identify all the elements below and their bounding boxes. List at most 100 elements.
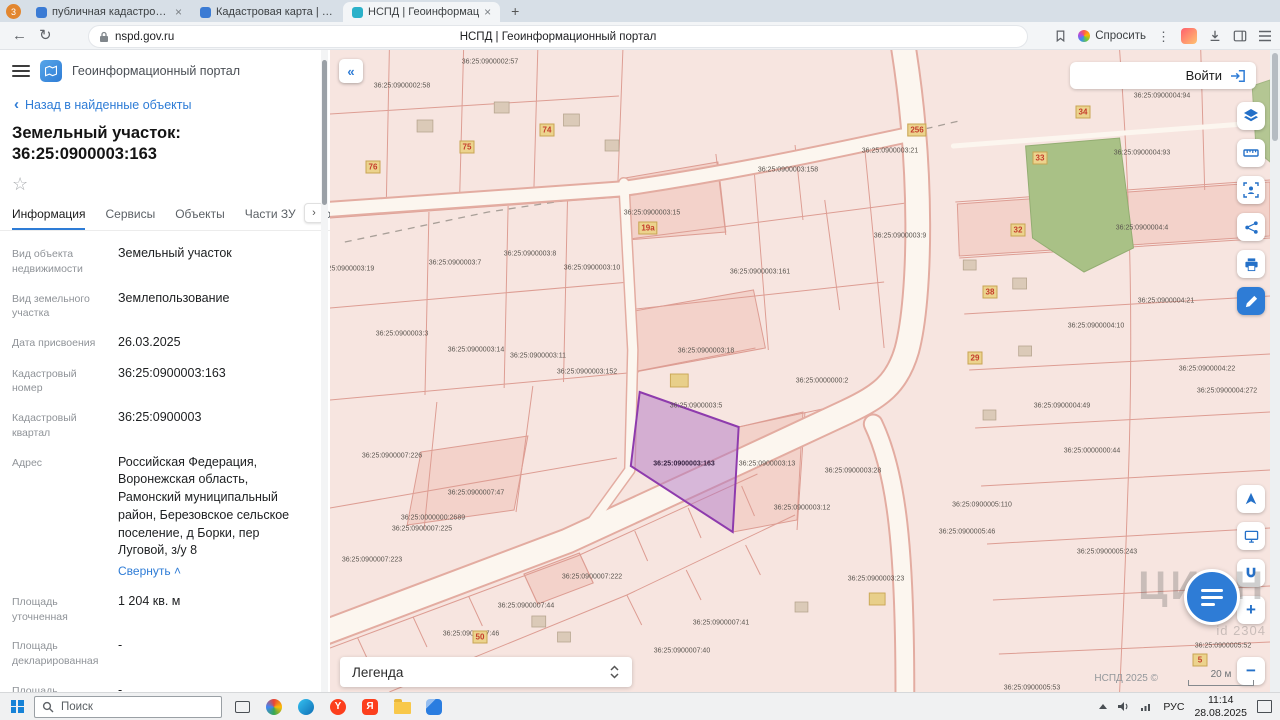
- parcel-label[interactable]: 36:25:0000000:2689: [401, 515, 465, 522]
- side-panels-icon[interactable]: [1233, 29, 1247, 43]
- network-icon[interactable]: [1140, 702, 1153, 712]
- parcel-label[interactable]: 36:25:0900003:163: [653, 461, 715, 468]
- parcel-label[interactable]: 36:25:0900007:225: [392, 526, 452, 533]
- bookmark-flag-icon[interactable]: [1054, 29, 1067, 43]
- taskbar-clock[interactable]: 11:14 28.08.2025: [1194, 694, 1247, 719]
- map-viewport[interactable]: 36:25:0900002:57 36:25:0900002:58 36:25:09…: [330, 50, 1270, 692]
- info-tab[interactable]: Информация: [12, 207, 85, 230]
- parcel-label[interactable]: 36:25:0000000:2: [796, 378, 849, 385]
- info-tab[interactable]: Сервисы: [105, 207, 155, 230]
- app-yandex-browser[interactable]: Y: [326, 695, 350, 719]
- panel-scrollbar-thumb[interactable]: [322, 60, 327, 205]
- ask-alice-button[interactable]: Спросить: [1078, 30, 1146, 42]
- parcel-label[interactable]: 36:25:0900003:23: [848, 576, 904, 583]
- parcel-label[interactable]: 36:25:0900004:94: [1134, 93, 1190, 100]
- parcel-label[interactable]: 36:25:0900003:10: [564, 265, 620, 272]
- page-scrollbar-thumb[interactable]: [1272, 53, 1278, 141]
- app-blue[interactable]: [422, 695, 446, 719]
- info-tab[interactable]: Объекты: [175, 207, 225, 230]
- parcel-label[interactable]: 36:25:0900003:21: [862, 148, 918, 155]
- parcel-label[interactable]: 36:25:0900003:14: [448, 347, 504, 354]
- share-button[interactable]: [1237, 213, 1265, 241]
- parcel-label[interactable]: 36:25:0900007:223: [342, 557, 402, 564]
- tab-close-icon[interactable]: ×: [175, 6, 182, 18]
- parcel-label[interactable]: 36:25:0900003:12: [774, 505, 830, 512]
- parcel-label[interactable]: 36:25:0000000:44: [1064, 448, 1120, 455]
- menu-icon[interactable]: [12, 65, 30, 77]
- parcel-label[interactable]: 36:25:0900002:58: [374, 83, 430, 90]
- parcel-label[interactable]: 36:25:0900003:18: [678, 348, 734, 355]
- parcel-label[interactable]: 36:25:0900003:15: [624, 210, 680, 217]
- new-tab-button[interactable]: +: [506, 2, 524, 20]
- measure-button[interactable]: [1237, 139, 1265, 167]
- fullscreen-button[interactable]: [1237, 522, 1265, 550]
- parcel-label[interactable]: 36:25:0900005:46: [939, 529, 995, 536]
- parcel-label[interactable]: 36:25:0900005:110: [952, 502, 1012, 509]
- profile-avatar[interactable]: [1181, 28, 1197, 44]
- browser-tab[interactable]: Кадастровая карта | Серв: [191, 2, 343, 22]
- layers-button[interactable]: [1237, 102, 1265, 130]
- browser-tab[interactable]: НСПД | Геоинформац×: [343, 2, 500, 22]
- parcel-label[interactable]: 36:25:0900003:158: [758, 167, 818, 174]
- print-button[interactable]: [1237, 250, 1265, 278]
- identify-button[interactable]: [1237, 176, 1265, 204]
- tab-close-icon[interactable]: ×: [484, 6, 491, 18]
- locate-button[interactable]: [1237, 485, 1265, 513]
- parcel-label[interactable]: 36:25:0900003:152: [557, 369, 617, 376]
- task-view-button[interactable]: [230, 695, 254, 719]
- parcel-label[interactable]: 36:25:0900005:243: [1077, 549, 1137, 556]
- keyboard-language[interactable]: РУС: [1163, 701, 1184, 713]
- zoom-in-button[interactable]: +: [1237, 596, 1265, 624]
- legend-bar[interactable]: Легенда: [340, 657, 632, 687]
- parcel-label[interactable]: 36:25:0900005:53: [1004, 685, 1060, 692]
- parcel-label[interactable]: 36:25:0900007:44: [498, 603, 554, 610]
- parcel-label[interactable]: 6:25:0900003:19: [330, 266, 374, 273]
- parcel-label[interactable]: 36:25:0900007:41: [693, 620, 749, 627]
- download-icon[interactable]: [1208, 29, 1222, 43]
- parcel-label[interactable]: 36:25:0900003:11: [510, 353, 566, 360]
- tab-group-badge[interactable]: 3: [6, 4, 21, 19]
- parcel-label[interactable]: 36:25:0900003:9: [874, 233, 927, 240]
- parcel-label[interactable]: 36:25:0900004:93: [1114, 150, 1170, 157]
- snap-button[interactable]: [1237, 559, 1265, 587]
- parcel-label[interactable]: 36:25:0900004:22: [1179, 366, 1235, 373]
- parcel-label[interactable]: 36:25:0900007:40: [654, 648, 710, 655]
- parcel-label[interactable]: 36:25:0900004:49: [1034, 403, 1090, 410]
- login-button[interactable]: Войти: [1070, 62, 1256, 89]
- app-pinwheel[interactable]: [262, 695, 286, 719]
- start-button[interactable]: [0, 693, 34, 720]
- back-to-results-link[interactable]: ‹ Назад в найденные объекты: [0, 88, 330, 115]
- app-edge[interactable]: [294, 695, 318, 719]
- parcel-label[interactable]: 36:25:0900003:3: [376, 331, 429, 338]
- favorite-star-icon[interactable]: ☆: [0, 168, 330, 197]
- collapse-panel-button[interactable]: «: [339, 59, 363, 83]
- browser-menu-icon[interactable]: [1258, 30, 1272, 42]
- volume-icon[interactable]: [1117, 701, 1130, 712]
- parcel-label[interactable]: 36:25:0900003:5: [670, 403, 723, 410]
- parcel-label[interactable]: 36:25:0900004:21: [1138, 298, 1194, 305]
- back-icon[interactable]: ←: [12, 28, 27, 43]
- parcel-label[interactable]: 36:25:0900007:46: [443, 631, 499, 638]
- app-yandex[interactable]: Я: [358, 695, 382, 719]
- parcel-label[interactable]: 36:25:0900004:4: [1116, 225, 1169, 232]
- parcel-label[interactable]: 36:25:0900004:272: [1197, 388, 1257, 395]
- kebab-menu-icon[interactable]: ⋮: [1157, 30, 1170, 43]
- draw-button[interactable]: [1237, 287, 1265, 315]
- page-scrollbar[interactable]: [1270, 50, 1280, 692]
- address-bar[interactable]: nspd.gov.ru НСПД | Геоинформационный пор…: [88, 25, 1028, 48]
- parcel-label[interactable]: 36:25:0900003:13: [739, 461, 795, 468]
- taskbar-search[interactable]: Поиск: [34, 696, 222, 718]
- parcel-label[interactable]: 36:25:0900007:47: [448, 490, 504, 497]
- parcel-label[interactable]: 36:25:0900003:8: [504, 251, 557, 258]
- browser-tab[interactable]: публичная кадастровая×: [27, 2, 191, 22]
- parcel-label[interactable]: 36:25:0900007:226: [362, 453, 422, 460]
- collapse-address-link[interactable]: Свернуть ˄: [118, 563, 312, 580]
- parcel-label[interactable]: 36:25:0900002:57: [462, 59, 518, 66]
- parcel-label[interactable]: 36:25:0900003:28: [825, 468, 881, 475]
- parcel-label[interactable]: 36:25:0900003:7: [429, 260, 482, 267]
- info-tab[interactable]: Части ЗУ: [245, 207, 296, 230]
- reload-icon[interactable]: ↻: [39, 28, 52, 43]
- parcel-label[interactable]: 36:25:0900004:10: [1068, 323, 1124, 330]
- feedback-fab-button[interactable]: [1184, 569, 1240, 625]
- app-explorer[interactable]: [390, 695, 414, 719]
